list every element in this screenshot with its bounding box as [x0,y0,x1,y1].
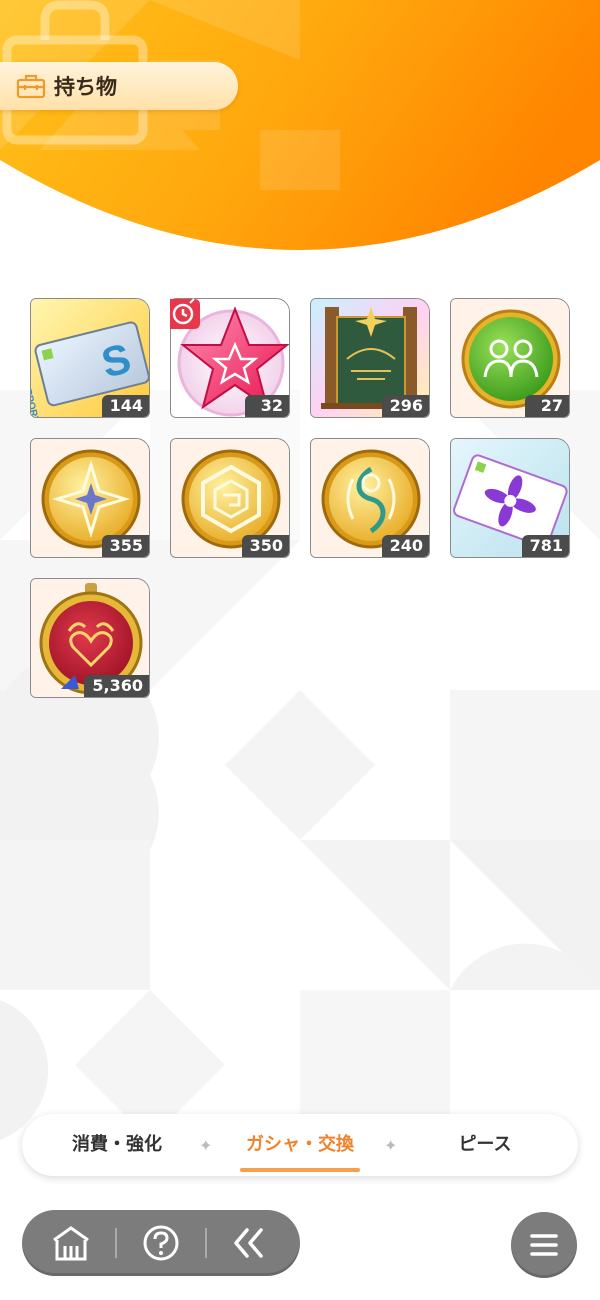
item-quantity: 781 [521,535,569,557]
item-sparkle-coin[interactable]: 355 [30,438,150,558]
back-button[interactable] [214,1210,284,1276]
item-quantity: 144 [101,395,149,417]
active-tab-indicator [240,1168,360,1172]
item-quantity: 296 [381,395,429,417]
item-quantity: 355 [101,535,149,557]
tab-pieces[interactable]: ピース [410,1114,560,1176]
home-icon [53,1226,89,1261]
item-hexagon-coin[interactable]: 350 [170,438,290,558]
item-gacha-gate[interactable]: 296 [310,298,430,418]
timer-badge-icon [170,298,200,329]
item-flower-card[interactable]: 781 [450,438,570,558]
bottom-nav [22,1210,300,1276]
tab-consume-enhance[interactable]: 消費・強化 [42,1114,192,1176]
tab-separator-icon: ✦ [199,1136,213,1155]
item-quantity: 27 [525,395,569,417]
item-quantity: 5,360 [84,675,149,697]
category-tab-bar: 消費・強化 ガシャ・交換 ピース [22,1114,578,1176]
help-icon [143,1225,179,1261]
tab-gacha-exchange[interactable]: ガシャ・交換 [225,1114,375,1176]
page-title-bar: 持ち物 [0,62,238,110]
menu-button[interactable] [511,1212,577,1278]
nav-divider [115,1228,117,1258]
item-infinity-coin[interactable]: 240 [310,438,430,558]
tab-separator-icon: ✦ [384,1136,398,1155]
item-emblem-medal[interactable]: 5,360 [30,578,150,698]
back-icon [234,1228,263,1258]
item-quantity: 240 [381,535,429,557]
item-grid: S SUPPORT 144 32 [30,298,575,698]
item-quantity: 32 [245,395,289,417]
header [0,0,600,270]
page-title: 持ち物 [54,75,117,99]
home-button[interactable] [36,1210,106,1276]
menu-icon [530,1234,558,1256]
item-green-friends-coin[interactable]: 27 [450,298,570,418]
bag-icon [16,74,46,99]
help-button[interactable] [126,1210,196,1276]
nav-divider [205,1228,207,1258]
item-quantity: 350 [241,535,289,557]
item-support-ticket[interactable]: S SUPPORT 144 [30,298,150,418]
